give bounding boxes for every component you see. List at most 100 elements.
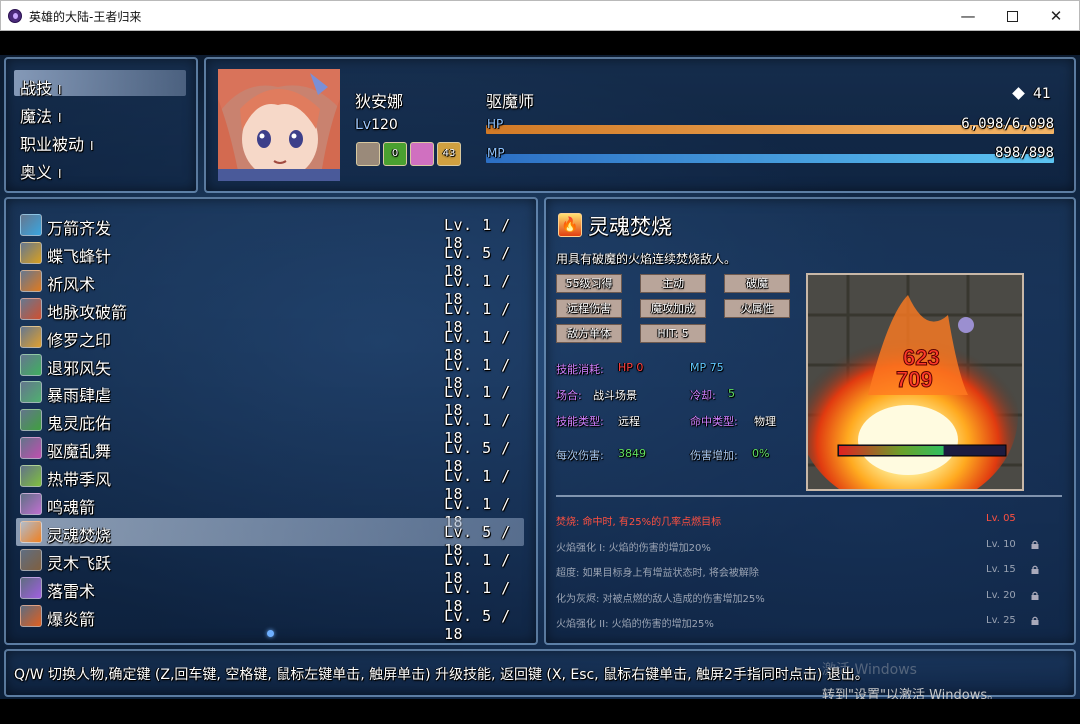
passive-effect: 超度: 如果目标身上有增益状态时, 将会被解除 [556,568,759,579]
portrait-art [218,69,340,181]
hit-type-label: 命中类型: [690,415,738,428]
skill-name: 地脉攻破箭 [47,302,128,322]
skill-name: 万箭齐发 [47,219,112,238]
passive-level: Lv. 10 [986,538,1016,550]
gem-count: 41 [1033,86,1051,102]
passive-level: Lv. 25 [986,615,1016,626]
detail-title: 灵魂焚烧 [588,215,672,239]
skill-name: 蝶飞蜂针 [47,246,112,266]
skill-row[interactable]: 热带季风 Lv. 1 / 18 [16,462,524,503]
minimize-button[interactable]: — [945,1,991,31]
skill-tag: 火属性 [724,299,790,318]
skill-row[interactable]: 修罗之印 Lv. 1 / 18 [16,323,524,364]
minimize-icon: — [960,7,976,25]
arrow-buff-icon: 0 [383,142,407,166]
passive-level: Lv. 05 [986,513,1016,524]
actor-name: 狄安娜 [355,92,404,111]
exorcism-dance-icon [20,437,42,460]
monsoon-icon [20,465,42,488]
help-text: Q/W 切换人物,确定键 (Z,回车键, 空格键, 鼠标左键单击, 触屏单击) … [14,667,869,683]
skill-row[interactable]: 爆炎箭 Lv. 5 / 18 [16,602,524,643]
skill-row[interactable]: 暴雨肆虐 Lv. 1 / 18 [16,378,524,419]
level-value: 120 [371,117,398,133]
close-icon: ✕ [1049,7,1063,25]
cost-label: 技能消耗: [556,363,604,376]
coin-state-icon: 43 [437,142,461,166]
passive-effect: 化为灰烬: 对被点燃的敌人造成的伤害增加25% [556,593,765,605]
armor-state-icon [356,142,380,166]
skill-tag: 破魔 [724,274,790,293]
skill-name: 爆炎箭 [47,609,96,629]
wind-arrow-icon [20,353,42,376]
skill-row[interactable]: 蝶飞蜂针 Lv. 5 / 18 [16,239,524,280]
category-mark: I [58,111,62,125]
skill-row[interactable]: 万箭齐发 Lv. 1 / 18 [16,211,524,252]
level-prefix: Lv [355,117,372,133]
increase-value: 0% [752,447,770,460]
lock-icon [1031,565,1039,577]
skill-name: 灵魂焚烧 [47,525,112,545]
maximize-button[interactable] [989,1,1035,31]
skill-row[interactable]: 驱魔乱舞 Lv. 5 / 18 [16,434,524,475]
skill-name: 退邪风矢 [47,358,112,378]
skill-row[interactable]: 退邪风矢 Lv. 1 / 18 [16,351,524,392]
category-item-1[interactable]: 魔法 I [20,103,62,127]
category-label: 战技 [20,79,53,98]
skill-row[interactable]: 落雷术 Lv. 1 / 18 [16,574,524,615]
skill-row[interactable]: 灵木飞跃 Lv. 1 / 18 [16,546,524,587]
cooldown-label: 冷却: [690,389,716,402]
os-watermark: 激活 Windows [822,662,917,678]
scroll-indicator[interactable] [267,630,274,637]
increase-label: 伤害增加: [690,449,738,462]
skill-preview: 623 709 [806,273,1024,491]
letterbox-top [0,31,1080,55]
detail-divider [556,495,1062,497]
skill-name: 暴雨肆虐 [47,386,112,406]
skill-name: 鸣魂箭 [47,498,96,517]
game-canvas: 战技 I 魔法 I 职业被动 I 奥义 I 狄安娜 Lv120 0 43 驱魔师 41 HP 6… [0,31,1080,724]
lock-icon [1031,540,1039,552]
category-label: 魔法 [20,107,53,126]
skill-type-label: 技能类型: [556,415,604,428]
cost-hp: HP 0 [618,361,644,374]
wind-prayer-icon [20,269,42,292]
actor-level: Lv120 [355,117,398,133]
damage-value: 3849 [618,447,646,460]
skill-row[interactable]: 地脉攻破箭 Lv. 1 / 18 [16,295,524,336]
skill-type-value: 远程 [618,415,640,428]
mp-value: 898/898 [994,145,1054,161]
soul-burn-icon [20,520,42,543]
category-item-0[interactable]: 战技 I [20,75,62,99]
state-count: 43 [442,148,456,159]
thunder-icon [20,576,42,599]
damage-label: 每次伤害: [556,449,604,462]
close-button[interactable]: ✕ [1033,1,1079,31]
skill-tag: HIT: 5 [640,324,706,343]
skill-name: 祈风术 [47,274,96,294]
category-label: 奥义 [20,163,53,182]
preview-enemy-hp-fill [839,446,944,455]
skill-row[interactable]: 灵魂焚烧 Lv. 5 / 18 [16,517,524,559]
lock-icon [1031,616,1039,628]
skill-name: 落雷术 [47,581,96,601]
window-titlebar: 英雄的大陆-王者归来 — ✕ [0,0,1080,31]
skill-preview-art: 623 709 [808,275,1022,489]
spirit-wood-icon [20,548,42,571]
actor-portrait [218,69,340,181]
preview-damage-2: 709 [896,367,933,392]
skill-row[interactable]: 鬼灵庇佑 Lv. 1 / 18 [16,406,524,447]
skill-name: 修罗之印 [47,330,112,350]
blaze-arrow-icon [20,604,42,627]
passive-level: Lv. 15 [986,564,1016,575]
spirit-shield-icon [20,409,42,432]
category-item-3[interactable]: 奥义 I [20,159,62,183]
hit-type-value: 物理 [754,415,776,428]
lock-icon [1031,591,1039,603]
storm-icon [20,381,42,404]
skill-tag: 魔攻加成 [640,299,706,318]
detail-description: 用具有破魔的火焰连续焚烧敌人。 [556,252,737,266]
skill-row[interactable]: 鸣魂箭Lv. 1 / 18 [16,490,524,531]
skill-row[interactable]: 祈风术 Lv. 1 / 18 [16,267,524,308]
category-item-2[interactable]: 职业被动 I [20,131,94,155]
cooldown-value: 5 [728,387,735,400]
